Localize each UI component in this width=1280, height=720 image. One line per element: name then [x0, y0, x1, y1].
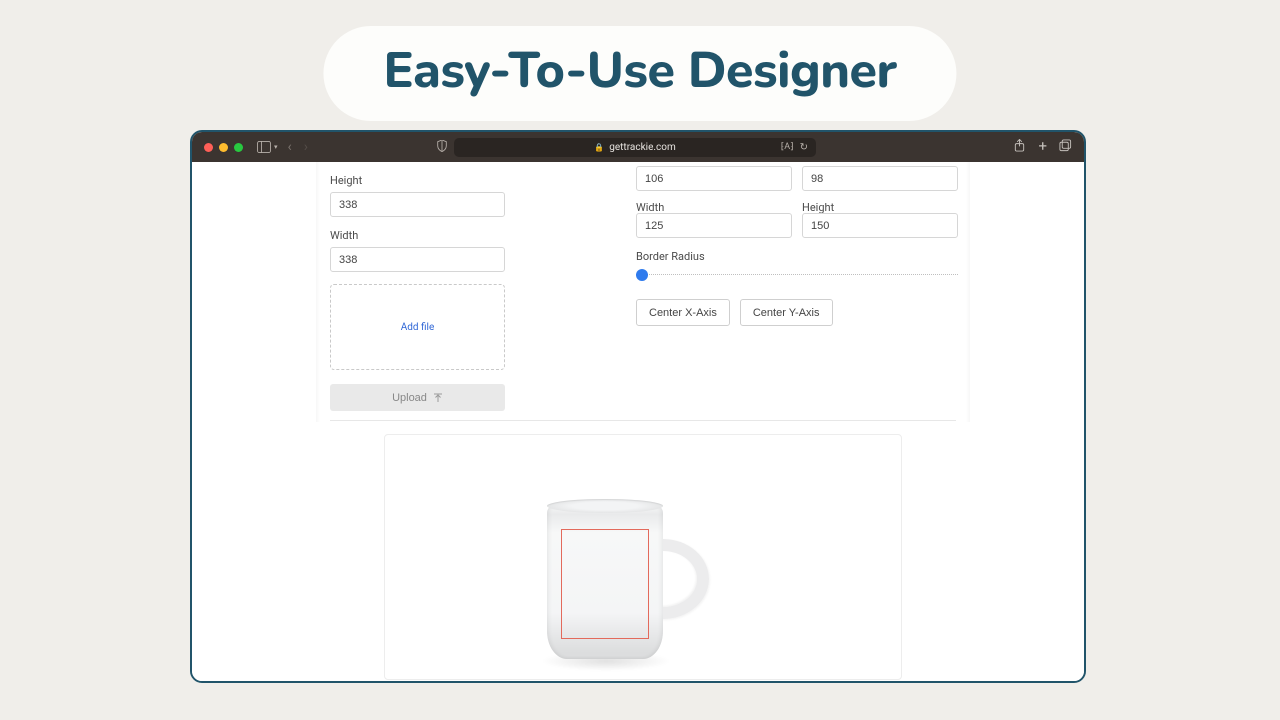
window-minimize-button[interactable] [219, 143, 228, 152]
privacy-shield-icon[interactable] [436, 140, 448, 155]
center-buttons: Center X-Axis Center Y-Axis [636, 299, 958, 326]
mockup-height-input[interactable] [330, 192, 505, 217]
upload-label: Upload [392, 392, 427, 404]
mockup-width-field: Width [330, 229, 505, 272]
sidebar-icon [257, 141, 271, 153]
forward-button[interactable]: › [304, 139, 308, 155]
border-radius-slider[interactable] [636, 269, 958, 281]
section-divider [330, 420, 956, 421]
width-label: Width [330, 229, 505, 242]
url-bar[interactable]: 🔒 gettrackie.com ⁅A⁆ ↻ [454, 138, 816, 157]
url-right-cluster: ⁅A⁆ ↻ [781, 142, 808, 153]
size-row [636, 213, 958, 238]
window-close-button[interactable] [204, 143, 213, 152]
height-label: Height [330, 174, 505, 187]
mockup-height-field: Height [330, 174, 505, 217]
area-height-input[interactable] [802, 213, 958, 238]
area-width-input[interactable] [636, 213, 792, 238]
url-text: gettrackie.com [609, 142, 675, 153]
browser-window: ▾ ‹ › 🔒 gettrackie.com ⁅A⁆ ↻ + [190, 130, 1086, 683]
pos-x-input[interactable] [636, 166, 792, 191]
sidebar-toggle[interactable]: ▾ [257, 141, 278, 153]
right-panel: Width Height Border Radius Center X-Axis… [636, 166, 958, 326]
product-preview [384, 434, 902, 680]
new-tab-button[interactable]: + [1038, 139, 1047, 155]
mug-mockup [527, 489, 727, 679]
window-controls [204, 143, 243, 152]
center-y-button[interactable]: Center Y-Axis [740, 299, 833, 326]
border-radius-label: Border Radius [636, 250, 958, 263]
lock-icon: 🔒 [594, 143, 604, 152]
slider-track [636, 274, 958, 275]
back-button[interactable]: ‹ [288, 139, 292, 155]
file-dropzone[interactable]: Add file [330, 284, 505, 370]
card-edge [316, 162, 320, 422]
window-maximize-button[interactable] [234, 143, 243, 152]
share-icon[interactable] [1013, 139, 1026, 155]
app-content: Height Width Add file Upload Width [192, 162, 1084, 681]
add-file-link[interactable]: Add file [401, 322, 435, 333]
left-panel: Height Width Add file Upload [330, 174, 505, 411]
mug-rim [547, 499, 663, 513]
upload-icon [433, 393, 443, 403]
translate-icon[interactable]: ⁅A⁆ [781, 142, 794, 152]
upload-button[interactable]: Upload [330, 384, 505, 411]
card-edge [966, 162, 970, 422]
browser-titlebar: ▾ ‹ › 🔒 gettrackie.com ⁅A⁆ ↻ + [192, 132, 1084, 162]
pos-y-input[interactable] [802, 166, 958, 191]
center-x-button[interactable]: Center X-Axis [636, 299, 730, 326]
reload-icon[interactable]: ↻ [800, 142, 808, 153]
nav-arrows: ‹ › [288, 139, 308, 155]
heading-text: Easy-To-Use Designer [383, 36, 896, 105]
border-radius-field: Border Radius [636, 250, 958, 281]
print-area-rect[interactable] [561, 529, 649, 639]
toolbar-right: + [1013, 139, 1072, 155]
position-row [636, 166, 958, 191]
mockup-width-input[interactable] [330, 247, 505, 272]
chevron-down-icon: ▾ [274, 143, 278, 151]
slider-thumb[interactable] [636, 269, 648, 281]
tabs-icon[interactable] [1059, 139, 1072, 155]
marketing-heading: Easy-To-Use Designer [323, 26, 956, 121]
